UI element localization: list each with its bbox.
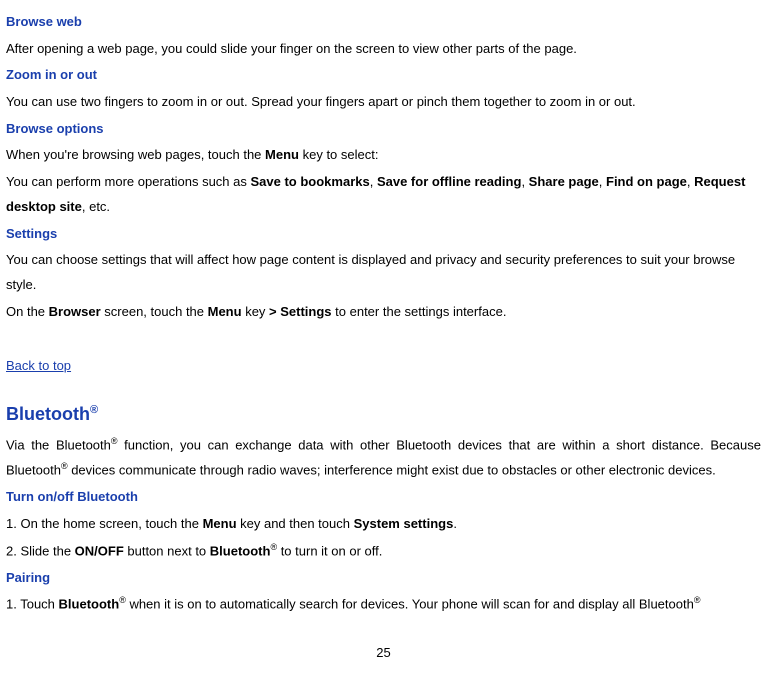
text: . — [453, 516, 457, 531]
registered-icon: ® — [694, 595, 701, 605]
bluetooth-label-2: Bluetooth — [59, 597, 120, 612]
system-settings-label: System settings — [354, 516, 454, 531]
settings-path-label: > Settings — [269, 304, 332, 319]
text: 2. Slide the — [6, 543, 75, 558]
text: When you're browsing web pages, touch th… — [6, 147, 265, 162]
share-page-label: Share page — [529, 174, 599, 189]
text: devices communicate through radio waves;… — [68, 462, 716, 477]
browse-options-para2: You can perform more operations such as … — [6, 170, 761, 219]
onoff-label: ON/OFF — [75, 543, 124, 558]
settings-heading: Settings — [6, 222, 761, 247]
zoom-para: You can use two fingers to zoom in or ou… — [6, 90, 761, 115]
browser-label: Browser — [49, 304, 101, 319]
bluetooth-heading: Bluetooth® — [6, 397, 761, 431]
text: key — [242, 304, 269, 319]
text: , — [599, 174, 606, 189]
menu-key-label-3: Menu — [203, 516, 237, 531]
back-to-top-link[interactable]: Back to top — [6, 354, 71, 379]
text: button next to — [124, 543, 210, 558]
save-bookmarks-label: Save to bookmarks — [251, 174, 370, 189]
text: On the — [6, 304, 49, 319]
registered-icon: ® — [119, 595, 126, 605]
text: You can perform more operations such as — [6, 174, 251, 189]
text: key and then touch — [237, 516, 354, 531]
text: to turn it on or off. — [277, 543, 382, 558]
text: to enter the settings interface. — [332, 304, 507, 319]
pairing-heading: Pairing — [6, 566, 761, 591]
find-on-page-label: Find on page — [606, 174, 687, 189]
turn-onoff-heading: Turn on/off Bluetooth — [6, 485, 761, 510]
bluetooth-title-text: Bluetooth — [6, 404, 90, 424]
text: 1. Touch — [6, 597, 59, 612]
bluetooth-para: Via the Bluetooth® function, you can exc… — [6, 433, 761, 483]
text: , — [370, 174, 377, 189]
settings-para1: You can choose settings that will affect… — [6, 248, 761, 297]
text: key to select: — [299, 147, 378, 162]
zoom-heading: Zoom in or out — [6, 63, 761, 88]
save-offline-label: Save for offline reading — [377, 174, 521, 189]
text: , — [521, 174, 528, 189]
text: 1. On the home screen, touch the — [6, 516, 203, 531]
browse-web-para: After opening a web page, you could slid… — [6, 37, 761, 62]
bluetooth-label: Bluetooth — [210, 543, 271, 558]
text: , etc. — [82, 199, 110, 214]
registered-icon: ® — [90, 404, 98, 416]
browse-options-para1: When you're browsing web pages, touch th… — [6, 143, 761, 168]
settings-para2: On the Browser screen, touch the Menu ke… — [6, 300, 761, 325]
page-number: 25 — [6, 641, 761, 666]
registered-icon: ® — [111, 436, 118, 446]
menu-key-label: Menu — [265, 147, 299, 162]
turn-onoff-para1: 1. On the home screen, touch the Menu ke… — [6, 512, 761, 537]
pairing-para1: 1. Touch Bluetooth® when it is on to aut… — [6, 592, 761, 617]
text: Via the Bluetooth — [6, 437, 111, 452]
browse-web-heading: Browse web — [6, 10, 761, 35]
registered-icon: ® — [61, 461, 68, 471]
menu-key-label-2: Menu — [208, 304, 242, 319]
text: screen, touch the — [101, 304, 208, 319]
browse-options-heading: Browse options — [6, 117, 761, 142]
text: when it is on to automatically search fo… — [126, 597, 694, 612]
turn-onoff-para2: 2. Slide the ON/OFF button next to Bluet… — [6, 539, 761, 564]
